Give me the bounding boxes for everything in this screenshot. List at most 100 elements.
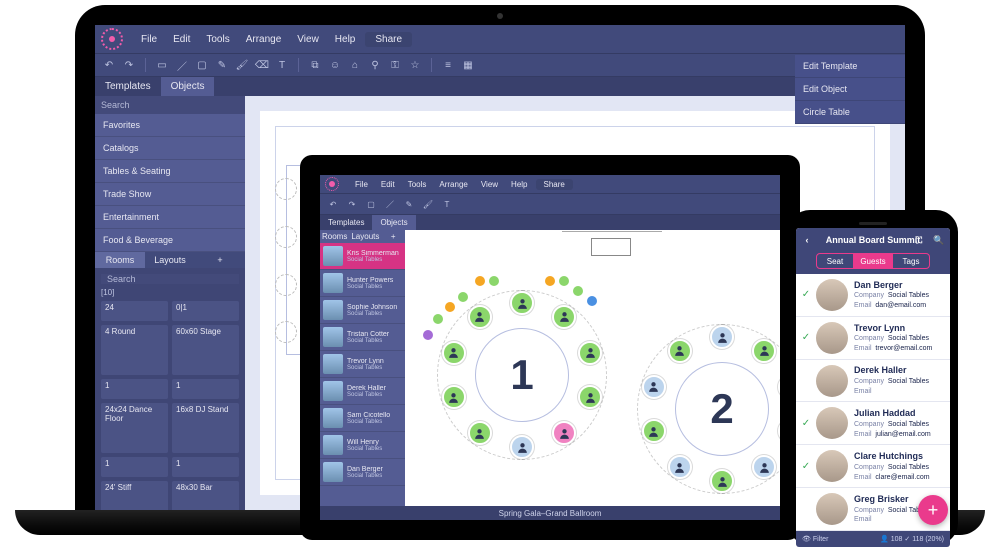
pencil-icon[interactable]: ✎ [401, 196, 417, 212]
layers-icon[interactable]: ≡ [440, 57, 456, 73]
room-card[interactable]: 24x24 Dance Floor [101, 403, 168, 453]
pointer-icon[interactable]: ▭ [154, 57, 170, 73]
guest-item[interactable]: Will Henry Social Tables [320, 432, 405, 459]
t-menu-arrange[interactable]: Arrange [434, 179, 472, 190]
line-icon[interactable]: ／ [174, 57, 190, 73]
segment-tags[interactable]: Tags [892, 253, 930, 269]
seat[interactable] [510, 435, 534, 459]
room-card[interactable]: 0|1 [172, 301, 239, 321]
seat[interactable] [752, 339, 776, 363]
text-icon[interactable]: T [439, 196, 455, 212]
room-card[interactable]: 1 [172, 379, 239, 399]
guest-item[interactable]: Tristan Cotter Social Tables [320, 324, 405, 351]
sidebar-item-entertainment[interactable]: Entertainment [95, 206, 245, 229]
seat[interactable] [442, 385, 466, 409]
seat[interactable] [468, 421, 492, 445]
sidebar-item-catalogs[interactable]: Catalogs [95, 137, 245, 160]
room-card[interactable]: 16x8 DJ Stand [172, 403, 239, 453]
seat[interactable] [442, 341, 466, 365]
seat[interactable] [552, 305, 576, 329]
search-icon[interactable]: 🔍 [928, 228, 950, 252]
guest-item[interactable]: Sam Cicotello Social Tables [320, 405, 405, 432]
ctx-edit-template[interactable]: Edit Template [795, 55, 905, 78]
seat[interactable] [642, 419, 666, 443]
room-card[interactable]: 1 [101, 457, 168, 477]
menu-help[interactable]: Help [329, 32, 362, 47]
share-button[interactable]: Share [365, 32, 412, 47]
tag-icon[interactable]: ⌂ [347, 57, 363, 73]
segment-guests[interactable]: Guests [854, 253, 892, 269]
t-menu-file[interactable]: File [350, 179, 373, 190]
t-subtab-layouts[interactable]: Layouts [349, 230, 381, 243]
subtab-rooms[interactable]: Rooms [95, 252, 145, 268]
guest-item[interactable]: Dan Berger Social Tables [320, 459, 405, 486]
t-menu-edit[interactable]: Edit [376, 179, 400, 190]
room-card[interactable]: 1 [172, 457, 239, 477]
seat[interactable] [642, 375, 666, 399]
add-guest-button[interactable]: + [918, 495, 948, 525]
menu-tools[interactable]: Tools [200, 32, 235, 47]
group-icon[interactable]: ⧉ [307, 57, 323, 73]
seat[interactable] [468, 305, 492, 329]
room-card[interactable]: 1 [101, 379, 168, 399]
ctx-circle-table[interactable]: Circle Table [795, 101, 905, 124]
t-tab-objects[interactable]: Objects [372, 215, 415, 230]
seat[interactable] [668, 339, 692, 363]
menu-arrange[interactable]: Arrange [240, 32, 288, 47]
undo-icon[interactable]: ↶ [101, 57, 117, 73]
room-card[interactable]: 24' Stiff [101, 481, 168, 510]
seat[interactable] [668, 455, 692, 479]
lock-icon[interactable]: ⚿ [387, 57, 403, 73]
pencil-icon[interactable]: ✎ [214, 57, 230, 73]
seat[interactable] [710, 469, 734, 493]
tab-objects[interactable]: Objects [161, 77, 215, 96]
subtab-layouts[interactable]: Layouts [145, 252, 195, 268]
text-icon[interactable]: T [274, 57, 290, 73]
ctx-edit-object[interactable]: Edit Object [795, 78, 905, 101]
subtab-add[interactable]: + [195, 252, 245, 268]
filter-button[interactable]: 👁 Filter [802, 535, 828, 543]
segment-seat[interactable]: Seat [816, 253, 854, 269]
brush-icon[interactable]: 🖌 [234, 57, 250, 73]
room-card[interactable]: 60x60 Stage [172, 325, 239, 375]
app-logo-icon[interactable] [325, 177, 339, 191]
pin-icon[interactable]: ⚲ [367, 57, 383, 73]
sidebar-item-tradeshow[interactable]: Trade Show [95, 183, 245, 206]
phone-guest-item[interactable]: ✓ Trevor Lynn Company Social Tables Emai… [796, 317, 950, 360]
expand-icon[interactable]: ⛶ [908, 228, 930, 252]
projector-icon[interactable] [591, 238, 631, 256]
room-card[interactable]: 4 Round [101, 325, 168, 375]
redo-icon[interactable]: ↷ [121, 57, 137, 73]
people-icon[interactable]: ☺ [327, 57, 343, 73]
sidebar-item-food[interactable]: Food & Beverage [95, 229, 245, 252]
menu-view[interactable]: View [291, 32, 325, 47]
guest-item[interactable]: Trevor Lynn Social Tables [320, 351, 405, 378]
menu-file[interactable]: File [135, 32, 163, 47]
phone-guest-item[interactable]: ✓ Julian Haddad Company Social Tables Em… [796, 402, 950, 445]
guest-item[interactable]: Hunter Powers Social Tables [320, 270, 405, 297]
t-subtab-rooms[interactable]: Rooms [320, 230, 349, 243]
t-share-button[interactable]: Share [536, 179, 573, 190]
star-icon[interactable]: ☆ [407, 57, 423, 73]
t-menu-view[interactable]: View [476, 179, 503, 190]
guest-item[interactable]: Kris Simmerman Social Tables [320, 243, 405, 270]
app-logo-icon[interactable] [101, 28, 123, 50]
phone-guest-item[interactable]: ✓ Dan Berger Company Social Tables Email… [796, 274, 950, 317]
sidebar-item-favorites[interactable]: Favorites [95, 114, 245, 137]
t-subtab-add[interactable]: + [381, 230, 405, 243]
redo-icon[interactable]: ↷ [344, 196, 360, 212]
grid-icon[interactable]: ▦ [460, 57, 476, 73]
line-icon[interactable]: ／ [382, 196, 398, 212]
back-button[interactable]: ‹ [796, 228, 818, 252]
t-tab-templates[interactable]: Templates [320, 215, 372, 230]
t-floorplan-canvas[interactable]: 1 2 [405, 230, 780, 506]
room-card[interactable]: 48x30 Bar [172, 481, 239, 510]
t-menu-tools[interactable]: Tools [403, 179, 432, 190]
seat[interactable] [710, 325, 734, 349]
sidebar-search[interactable]: Search [95, 96, 245, 114]
rect-icon[interactable]: ▢ [194, 57, 210, 73]
eraser-icon[interactable]: ⌫ [254, 57, 270, 73]
guest-item[interactable]: Sophie Johnson Social Tables [320, 297, 405, 324]
menu-edit[interactable]: Edit [167, 32, 196, 47]
seat[interactable] [510, 291, 534, 315]
